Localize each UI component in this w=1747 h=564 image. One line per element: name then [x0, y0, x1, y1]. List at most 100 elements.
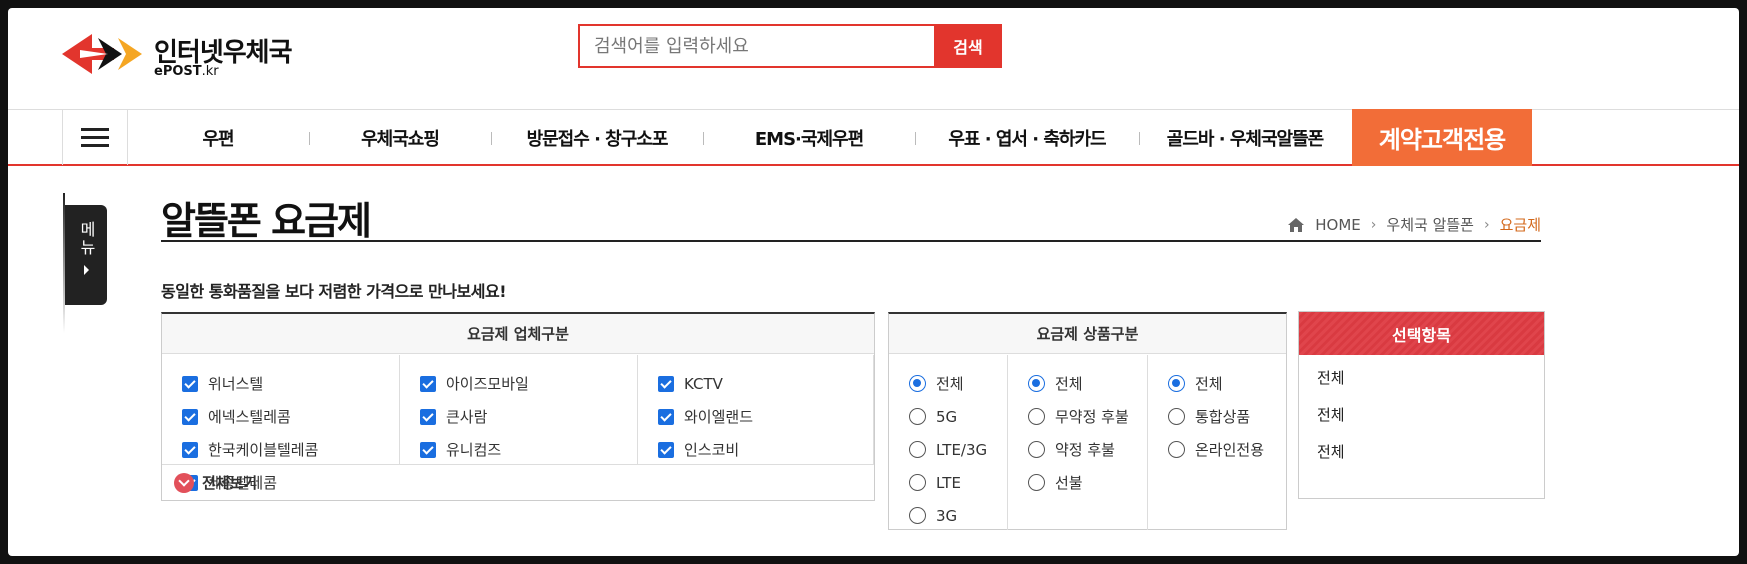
product-type-column: 전체 통합상품 온라인전용 [1148, 355, 1286, 530]
caret-right-icon [83, 265, 89, 275]
carrier-option[interactable]: 와이엘랜드 [638, 400, 873, 433]
radio-label: 통합상품 [1195, 408, 1251, 426]
radio-unselected-icon[interactable] [1168, 408, 1185, 425]
checkbox-checked-icon[interactable] [658, 441, 674, 458]
view-all-button[interactable]: 전체보기 [162, 464, 874, 500]
radio-option[interactable]: 온라인전용 [1148, 433, 1286, 466]
radio-label: 3G [936, 506, 958, 525]
carrier-option[interactable]: 위너스텔 [162, 367, 399, 400]
search-bar: 검색 [578, 24, 1002, 68]
nav-item-shopping[interactable]: 우체국쇼핑 [310, 110, 490, 165]
product-panel-title: 요금제 상품구분 [889, 314, 1286, 354]
search-input[interactable] [580, 26, 934, 66]
chevron-right-icon: › [1483, 216, 1490, 233]
side-menu-tab[interactable]: 메뉴 [65, 205, 107, 305]
logo-subtitle: ePOST.kr [154, 64, 219, 79]
carrier-option-label: 위너스텔 [208, 375, 264, 393]
chevron-right-icon: › [1370, 216, 1377, 233]
carrier-option[interactable]: 한국케이블텔레콤 [162, 433, 399, 466]
carrier-option[interactable]: 아이즈모바일 [400, 367, 637, 400]
radio-option[interactable]: 3G [889, 499, 1007, 532]
carrier-column-3: KCTV 와이엘랜드 인스코비 [638, 355, 874, 465]
title-divider [161, 240, 1541, 242]
nav-contract-customer-button[interactable]: 계약고객전용 [1352, 109, 1532, 166]
radio-unselected-icon[interactable] [1028, 408, 1045, 425]
carrier-option-label: 인스코비 [684, 441, 740, 459]
chevron-down-circle-icon [174, 472, 194, 493]
epost-logo-icon [62, 34, 142, 74]
nav-item-mail[interactable]: 우편 [128, 110, 308, 165]
selected-item: 전체 [1317, 443, 1345, 461]
radio-selected-icon[interactable] [1168, 375, 1185, 392]
radio-label: LTE [936, 473, 961, 492]
home-icon [1288, 217, 1305, 232]
radio-unselected-icon[interactable] [909, 474, 926, 491]
browser-page: 인터넷우체국 ePOST.kr 검색 우편 우체국쇼핑 방문접수 · 창구소포 … [8, 8, 1739, 556]
checkbox-checked-icon[interactable] [182, 441, 198, 458]
nav-item-ems[interactable]: EMS·국제우편 [704, 110, 914, 165]
radio-label: 5G [936, 407, 958, 426]
logo-sub-kr: .kr [201, 64, 219, 79]
radio-option[interactable]: 약정 후불 [1008, 433, 1147, 466]
radio-unselected-icon[interactable] [909, 507, 926, 524]
radio-option[interactable]: 전체 [1148, 367, 1286, 400]
radio-option[interactable]: 전체 [1008, 367, 1147, 400]
page-title: 알뜰폰 요금제 [161, 199, 372, 243]
checkbox-checked-icon[interactable] [420, 375, 436, 392]
carrier-filter-panel: 요금제 업체구분 위너스텔 에넥스텔레콤 한국케이블텔레콤 세종텔레콤 아이즈모… [161, 312, 875, 501]
checkbox-checked-icon[interactable] [420, 441, 436, 458]
checkbox-checked-icon[interactable] [658, 408, 674, 425]
logo-sub-main: ePOST [154, 64, 202, 79]
radio-option[interactable]: 선불 [1008, 466, 1147, 499]
radio-unselected-icon[interactable] [1168, 441, 1185, 458]
radio-option[interactable]: 통합상품 [1148, 400, 1286, 433]
nav-item-goldbar-mvno[interactable]: 골드바 · 우체국알뜰폰 [1140, 110, 1350, 165]
radio-label: LTE/3G [936, 440, 988, 459]
search-button[interactable]: 검색 [934, 26, 1000, 66]
page-subtitle: 동일한 통화품질을 보다 저렴한 가격으로 만나보세요! [161, 282, 507, 301]
breadcrumb-level1[interactable]: 우체국 알뜰폰 [1386, 214, 1474, 235]
radio-unselected-icon[interactable] [909, 441, 926, 458]
nav-item-parcel[interactable]: 방문접수 · 창구소포 [492, 110, 702, 165]
radio-unselected-icon[interactable] [1028, 474, 1045, 491]
carrier-column-1: 위너스텔 에넥스텔레콤 한국케이블텔레콤 세종텔레콤 [162, 355, 400, 492]
nav-item-stamps[interactable]: 우표 · 엽서 · 축하카드 [916, 110, 1138, 165]
radio-option[interactable]: 5G [889, 400, 1007, 433]
carrier-option[interactable]: 에넥스텔레콤 [162, 400, 399, 433]
product-filter-panel: 요금제 상품구분 전체 5G LTE/3G LTE 3G 전체 무약정 후불 약… [888, 312, 1287, 530]
main-nav: 우편 우체국쇼핑 방문접수 · 창구소포 EMS·국제우편 우표 · 엽서 · … [8, 109, 1739, 166]
selected-items-title: 선택항목 [1299, 312, 1544, 355]
selected-items-panel: 선택항목 전체 전체 전체 [1298, 311, 1545, 499]
radio-selected-icon[interactable] [909, 375, 926, 392]
breadcrumb: HOME › 우체국 알뜰폰 › 요금제 [1287, 214, 1541, 235]
radio-option[interactable]: 무약정 후불 [1008, 400, 1147, 433]
epost-logo[interactable]: 인터넷우체국 ePOST.kr [62, 26, 302, 82]
checkbox-checked-icon[interactable] [658, 375, 674, 392]
carrier-option[interactable]: 인스코비 [638, 433, 873, 466]
checkbox-checked-icon[interactable] [182, 408, 198, 425]
carrier-option-label: 와이엘랜드 [684, 408, 754, 426]
selected-items-list: 전체 전체 전체 [1299, 355, 1544, 470]
carrier-option[interactable]: KCTV [638, 367, 873, 400]
radio-selected-icon[interactable] [1028, 375, 1045, 392]
radio-unselected-icon[interactable] [1028, 441, 1045, 458]
radio-option[interactable]: 전체 [889, 367, 1007, 400]
radio-label: 온라인전용 [1195, 441, 1265, 459]
radio-unselected-icon[interactable] [909, 408, 926, 425]
radio-label: 전체 [936, 375, 964, 393]
carrier-option-label: 한국케이블텔레콤 [208, 441, 319, 459]
carrier-option[interactable]: 큰사람 [400, 400, 637, 433]
radio-option[interactable]: LTE [889, 466, 1007, 499]
side-menu-label: 메뉴 [77, 221, 96, 257]
carrier-option-label: 에넥스텔레콤 [208, 408, 291, 426]
checkbox-checked-icon[interactable] [182, 375, 198, 392]
carrier-option[interactable]: 유니컴즈 [400, 433, 637, 466]
breadcrumb-home[interactable]: HOME [1315, 216, 1361, 234]
hamburger-menu-icon[interactable] [62, 110, 128, 165]
carrier-column-2: 아이즈모바일 큰사람 유니컴즈 [400, 355, 638, 465]
radio-option[interactable]: LTE/3G [889, 433, 1007, 466]
breadcrumb-current: 요금제 [1499, 216, 1541, 234]
checkbox-checked-icon[interactable] [420, 408, 436, 425]
carrier-option-label: 큰사람 [446, 408, 488, 426]
selected-item: 전체 [1317, 406, 1345, 424]
